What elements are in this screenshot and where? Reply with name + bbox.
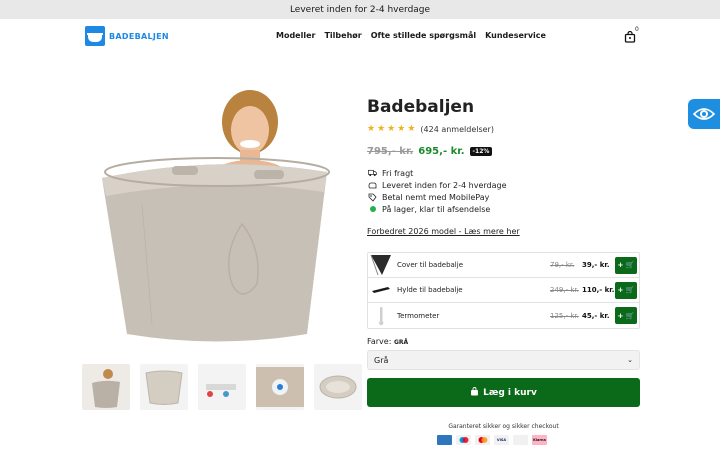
color-label: Farve: GRÅ bbox=[367, 337, 409, 346]
mastercard-icon bbox=[475, 435, 490, 445]
nav-item-kundeservice[interactable]: Kundeservice bbox=[485, 31, 546, 40]
add-to-cart-label: Læg i kurv bbox=[483, 387, 537, 398]
payment-icons: VISA Klarna bbox=[437, 435, 547, 445]
announcement-text: Leveret inden for 2-4 hverdage bbox=[289, 4, 431, 15]
feature-text: På lager, klar til afsendelse bbox=[382, 204, 491, 214]
klarna-icon: Klarna bbox=[532, 435, 547, 445]
thumbnail-strip bbox=[82, 364, 362, 410]
review-count: (424 anmeldelser) bbox=[420, 125, 494, 134]
star-icon: ★ bbox=[387, 124, 396, 134]
addon-old-price: 79,- kr. bbox=[550, 261, 575, 269]
site-header: BADEBALJEN Modeller Tilbehør Ofte stille… bbox=[0, 19, 720, 55]
discount-badge: -12% bbox=[469, 147, 493, 156]
shelf-thumbnail bbox=[370, 279, 392, 301]
main-nav: Modeller Tilbehør Ofte stillede spørgsmå… bbox=[276, 31, 546, 40]
accessibility-button[interactable] bbox=[688, 99, 720, 129]
price-row: 795,- kr. 695,- kr. -12% bbox=[367, 146, 493, 157]
amex-icon bbox=[437, 435, 452, 445]
addon-old-price: 249,- kr. bbox=[550, 286, 579, 294]
feature-text: Leveret inden for 2-4 hverdage bbox=[382, 180, 507, 190]
feature-text: Betal nemt med MobilePay bbox=[382, 192, 490, 202]
new-price: 695,- kr. bbox=[418, 146, 465, 157]
truck-icon bbox=[368, 169, 377, 178]
cart-count: 0 bbox=[635, 26, 639, 33]
secure-checkout-text: Garanteret sikker og sikker checkout bbox=[448, 423, 559, 430]
star-icon: ★ bbox=[407, 124, 416, 134]
cart-icon: 🛒 bbox=[625, 286, 635, 294]
color-select[interactable]: Grå ⌄ bbox=[367, 350, 640, 370]
thermometer-thumbnail bbox=[370, 305, 392, 327]
thumbnail-2[interactable] bbox=[140, 364, 188, 410]
color-value: GRÅ bbox=[393, 339, 409, 346]
nav-item-modeller[interactable]: Modeller bbox=[276, 31, 315, 40]
stock-dot-icon bbox=[369, 206, 376, 212]
feature-list: Fri fragt Leveret inden for 2-4 hverdage… bbox=[368, 168, 507, 214]
hand-icon bbox=[368, 181, 377, 190]
add-addon-button[interactable]: + 🛒 bbox=[615, 281, 637, 299]
thumbnail-1[interactable] bbox=[82, 364, 130, 410]
chevron-down-icon: ⌄ bbox=[627, 356, 633, 364]
cover-thumbnail bbox=[370, 254, 392, 276]
maestro-icon bbox=[456, 435, 471, 445]
feature-item: Betal nemt med MobilePay bbox=[368, 192, 507, 202]
addon-new-price: 110,- kr. bbox=[582, 286, 615, 294]
feature-text: Fri fragt bbox=[382, 168, 414, 178]
feature-item: På lager, klar til afsendelse bbox=[368, 204, 507, 214]
logo[interactable]: BADEBALJEN bbox=[85, 26, 169, 46]
product-photo bbox=[102, 90, 330, 342]
old-price: 795,- kr. bbox=[367, 146, 414, 157]
rating[interactable]: ★ ★ ★ ★ ★ (424 anmeldelser) bbox=[367, 124, 494, 135]
cart-icon: 🛒 bbox=[625, 261, 635, 269]
addon-row: Termometer 125,- kr. 45,- kr. + 🛒 bbox=[368, 303, 639, 328]
logo-text: BADEBALJEN bbox=[109, 31, 169, 41]
addon-row: Cover til badebalje 79,- kr. 39,- kr. + … bbox=[368, 253, 639, 278]
feature-item: Fri fragt bbox=[368, 168, 507, 178]
addon-new-price: 39,- kr. bbox=[582, 261, 610, 269]
thumbnail-5[interactable] bbox=[314, 364, 362, 410]
product-title: Badebaljen bbox=[367, 97, 475, 117]
product-main-image[interactable] bbox=[82, 84, 352, 354]
nav-item-faq[interactable]: Ofte stillede spørgsmål bbox=[371, 31, 476, 40]
addon-list: Cover til badebalje 79,- kr. 39,- kr. + … bbox=[367, 252, 640, 329]
nav-item-tilbehor[interactable]: Tilbehør bbox=[324, 31, 361, 40]
addon-name: Termometer bbox=[397, 311, 440, 320]
add-to-cart-button[interactable]: Læg i kurv bbox=[367, 378, 640, 407]
tag-icon bbox=[368, 193, 377, 202]
improved-model-link[interactable]: Forbedret 2026 model - Læs mere her bbox=[367, 227, 520, 236]
feature-item: Leveret inden for 2-4 hverdage bbox=[368, 180, 507, 190]
addon-row: Hylde til badebalje 249,- kr. 110,- kr. … bbox=[368, 278, 639, 303]
add-addon-button[interactable]: + 🛒 bbox=[615, 256, 637, 274]
addon-name: Cover til badebalje bbox=[397, 261, 463, 269]
visa-icon: VISA bbox=[494, 435, 509, 445]
color-selected: Grå bbox=[374, 355, 389, 365]
thumbnail-4[interactable] bbox=[256, 364, 304, 410]
announcement-bar: Leveret inden for 2-4 hverdage bbox=[0, 0, 720, 19]
addon-new-price: 45,- kr. bbox=[582, 311, 610, 320]
add-addon-button[interactable]: + 🛒 bbox=[615, 307, 637, 324]
addon-old-price: 125,- kr. bbox=[550, 311, 579, 320]
addon-name: Hylde til badebalje bbox=[397, 286, 463, 294]
mobilepay-icon bbox=[513, 435, 528, 445]
bathtub-logo-icon bbox=[85, 26, 105, 46]
eye-icon bbox=[693, 108, 715, 120]
cart-button[interactable]: 0 bbox=[624, 26, 639, 43]
cart-icon: 🛒 bbox=[625, 311, 635, 320]
thumbnail-3[interactable] bbox=[198, 364, 246, 410]
star-icon: ★ bbox=[377, 124, 386, 134]
star-icon: ★ bbox=[367, 124, 376, 134]
lock-bag-icon bbox=[470, 386, 479, 399]
star-icon: ★ bbox=[397, 124, 406, 134]
